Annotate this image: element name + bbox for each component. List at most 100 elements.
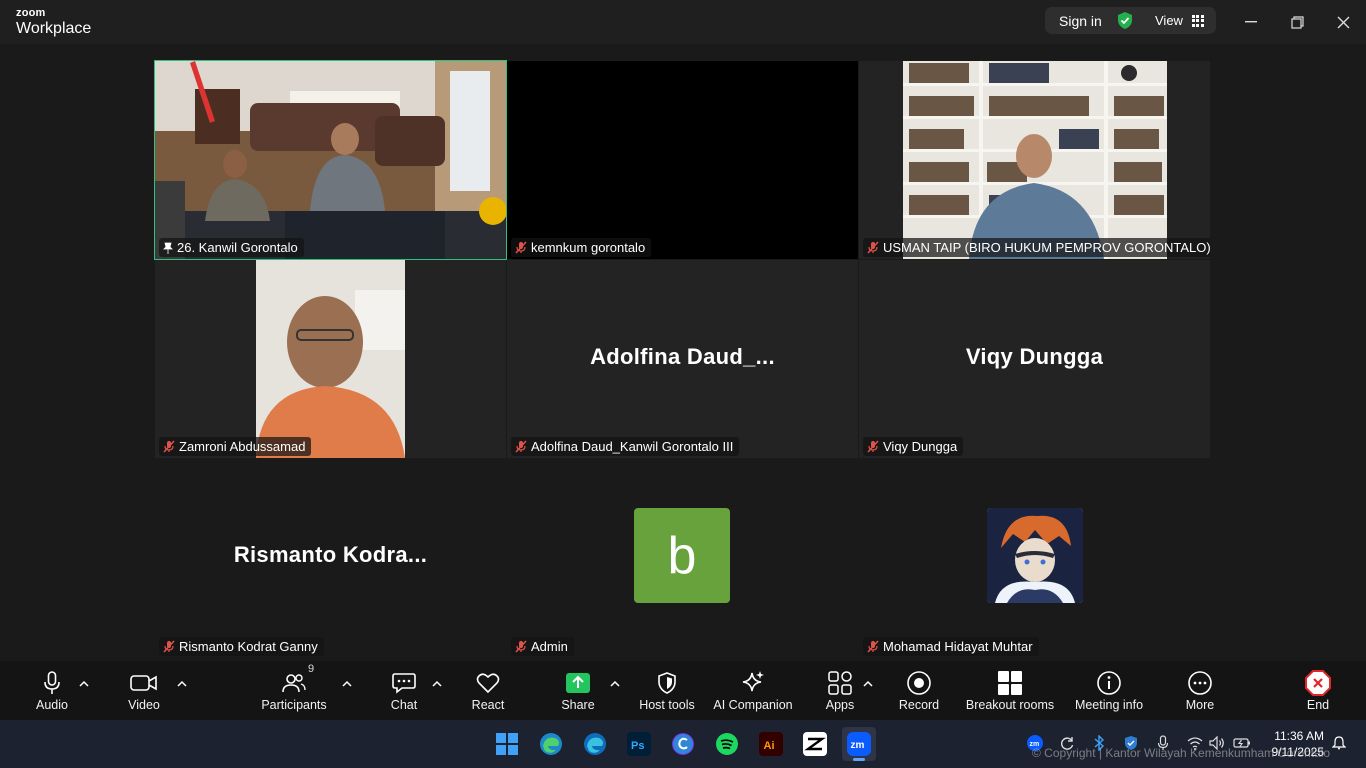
participant-video xyxy=(859,61,1210,259)
participant-video xyxy=(155,260,506,458)
end-meeting-button[interactable]: End xyxy=(1302,669,1334,712)
participant-name: USMAN TAIP (BIRO HUKUM PEMPROV GORONTALO… xyxy=(883,240,1210,255)
video-label: Video xyxy=(128,698,160,712)
host-tools-label: Host tools xyxy=(639,698,695,712)
zoom-app-icon: zm xyxy=(847,732,871,756)
restore-button[interactable] xyxy=(1283,8,1311,36)
brand-name: Workplace xyxy=(16,20,92,37)
end-call-icon xyxy=(1305,670,1331,696)
chat-button[interactable]: Chat xyxy=(386,669,422,712)
participant-name-tag: Adolfina Daud_Kanwil Gorontalo III xyxy=(511,437,740,456)
record-icon xyxy=(907,671,931,695)
sign-in-button[interactable]: Sign in xyxy=(1059,13,1102,29)
svg-text:Ai: Ai xyxy=(764,740,775,752)
close-icon xyxy=(1337,16,1349,28)
audio-button[interactable]: Audio xyxy=(34,669,70,712)
host-tools-shield-icon xyxy=(658,672,676,694)
taskbar-app-edge[interactable] xyxy=(534,727,568,761)
taskbar-app-edge-2[interactable] xyxy=(578,727,612,761)
video-options-chevron-icon[interactable] xyxy=(175,677,189,691)
meeting-info-button[interactable]: Meeting info xyxy=(1072,669,1146,712)
video-tile[interactable]: Adolfina Daud_... Adolfina Daud_Kanwil G… xyxy=(507,260,858,458)
participants-options-chevron-icon[interactable] xyxy=(340,677,354,691)
microphone-muted-icon xyxy=(163,440,175,453)
microphone-icon xyxy=(44,671,60,694)
edge-browser-icon xyxy=(540,733,562,755)
encryption-shield-icon[interactable] xyxy=(1116,11,1134,30)
audio-options-chevron-icon[interactable] xyxy=(77,677,91,691)
microphone-muted-icon xyxy=(867,241,879,254)
taskbar-app-capcut[interactable] xyxy=(798,727,832,761)
record-button[interactable]: Record xyxy=(898,669,940,712)
microphone-muted-icon xyxy=(163,640,175,653)
breakout-rooms-label: Breakout rooms xyxy=(965,698,1055,712)
restore-icon xyxy=(1290,15,1304,29)
meeting-toolbar: Audio Video 9 Participants Chat React Sh… xyxy=(0,661,1366,720)
edge-browser-icon xyxy=(584,733,606,755)
chat-bubble-icon xyxy=(392,673,416,694)
chat-options-chevron-icon[interactable] xyxy=(430,677,444,691)
share-button[interactable]: Share xyxy=(560,669,596,712)
more-label: More xyxy=(1185,698,1215,712)
view-button[interactable]: View xyxy=(1155,13,1204,28)
avatar: b xyxy=(634,508,730,603)
grid-view-icon xyxy=(1191,14,1204,27)
apps-options-chevron-icon[interactable] xyxy=(861,677,875,691)
title-bar: zoom Workplace Sign in View xyxy=(0,0,1366,44)
close-button[interactable] xyxy=(1329,8,1357,36)
tray-notifications-icon[interactable] xyxy=(1330,734,1348,752)
more-button[interactable]: More xyxy=(1182,669,1218,712)
share-options-chevron-icon[interactable] xyxy=(608,677,622,691)
video-tile[interactable]: 26. Kanwil Gorontalo xyxy=(154,60,507,260)
participant-name: Rismanto Kodrat Ganny xyxy=(179,639,318,654)
video-tile[interactable]: Rismanto Kodra... Rismanto Kodrat Ganny xyxy=(155,458,506,656)
start-button[interactable] xyxy=(490,727,524,761)
participant-name-tag: 26. Kanwil Gorontalo xyxy=(159,238,304,257)
windows-taskbar: Ps Ai zm zm 11:36 AM 9/11/2025 © Copyrig… xyxy=(0,720,1366,768)
microphone-muted-icon xyxy=(867,640,879,653)
anime-avatar-image xyxy=(987,508,1083,603)
video-tile[interactable]: USMAN TAIP (BIRO HUKUM PEMPROV GORONTALO… xyxy=(859,61,1210,259)
video-tile[interactable]: Viqy Dungga Viqy Dungga xyxy=(859,260,1210,458)
participant-name: Viqy Dungga xyxy=(883,439,958,454)
participant-name-tag: Mohamad Hidayat Muhtar xyxy=(863,637,1039,656)
video-tile[interactable]: kemnkum gorontalo xyxy=(507,61,858,259)
participant-name: kemnkum gorontalo xyxy=(531,240,646,255)
minimize-button[interactable] xyxy=(1237,8,1265,36)
share-screen-icon xyxy=(566,673,590,693)
video-tile[interactable]: Mohamad Hidayat Muhtar xyxy=(859,458,1210,656)
apps-button[interactable]: Apps xyxy=(822,669,858,712)
windows-start-icon xyxy=(496,733,518,755)
microphone-muted-icon xyxy=(867,440,879,453)
notification-bell-icon xyxy=(1332,736,1346,750)
participant-name-tag: Rismanto Kodrat Ganny xyxy=(159,637,324,656)
participants-button[interactable]: 9 Participants xyxy=(261,663,327,712)
video-gallery: 26. Kanwil Gorontalo kemnkum gorontalo U… xyxy=(0,44,1366,661)
taskbar-app-spotify[interactable] xyxy=(710,727,744,761)
breakout-rooms-button[interactable]: Breakout rooms xyxy=(964,669,1056,712)
taskbar-app-illustrator[interactable]: Ai xyxy=(754,727,788,761)
photoshop-icon: Ps xyxy=(627,732,651,756)
participants-label: Participants xyxy=(261,698,327,712)
video-tile[interactable]: Zamroni Abdussamad xyxy=(155,260,506,458)
more-options-icon xyxy=(1188,671,1212,695)
participant-name-tag: kemnkum gorontalo xyxy=(511,238,652,257)
taskbar-app-zoom[interactable]: zm xyxy=(842,727,876,761)
brand-top: zoom xyxy=(16,7,46,19)
taskbar-app-canva[interactable] xyxy=(666,727,700,761)
participant-name-tag: USMAN TAIP (BIRO HUKUM PEMPROV GORONTALO… xyxy=(863,238,1210,257)
share-label: Share xyxy=(561,698,595,712)
participant-name: 26. Kanwil Gorontalo xyxy=(177,240,298,255)
react-button[interactable]: React xyxy=(470,669,506,712)
host-tools-button[interactable]: Host tools xyxy=(638,669,696,712)
video-tile[interactable]: b Admin xyxy=(507,458,858,656)
taskbar-app-photoshop[interactable]: Ps xyxy=(622,727,656,761)
participant-name: Adolfina Daud_Kanwil Gorontalo III xyxy=(531,439,734,454)
participant-name-tag: Viqy Dungga xyxy=(863,437,964,456)
video-button[interactable]: Video xyxy=(124,669,164,712)
copyright-watermark: © Copyright | Kantor Wilayah Kemenkumham… xyxy=(1032,746,1331,760)
capcut-icon xyxy=(803,732,827,756)
ai-companion-button[interactable]: AI Companion xyxy=(712,669,794,712)
participants-icon xyxy=(282,674,306,693)
record-label: Record xyxy=(898,698,940,712)
